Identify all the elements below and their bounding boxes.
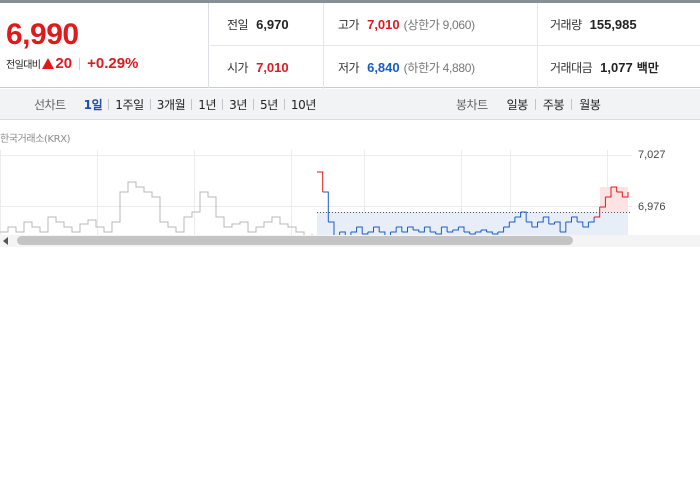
high-value: 7,010	[367, 17, 400, 32]
open-value: 7,010	[256, 60, 289, 75]
period-tab[interactable]: 1년	[192, 96, 222, 113]
change-rate: +0.29%	[87, 55, 139, 72]
low-cell: 저가 6,840 (하한가 4,880)	[323, 46, 537, 89]
history-series-line	[0, 181, 313, 235]
stats-row: 시가 7,010 저가 6,840 (하한가 4,880) 거래대금 1,077…	[210, 46, 700, 89]
trade-amount-unit: 백만	[636, 61, 659, 75]
lower-limit: (하한가 4,880)	[403, 61, 475, 75]
y-axis-label: 7,027	[638, 149, 666, 161]
current-price-box: 6,990 전일대비 20 +0.29%	[0, 3, 209, 88]
volume-value: 155,985	[589, 17, 637, 32]
change-value: 20	[55, 55, 73, 72]
prev-close-value: 6,970	[256, 17, 289, 32]
prev-close-cell: 전일 6,970	[210, 3, 323, 46]
period-tab[interactable]: 5년	[254, 96, 284, 113]
line-chart-periods: 선차트 1일 1주일 3개월 1년 3년 5년 10년	[34, 89, 322, 120]
up-triangle-icon	[42, 58, 55, 69]
chart-toolbar: 선차트 1일 1주일 3개월 1년 3년 5년 10년 봉차트 일봉 주봉 월봉	[0, 89, 700, 120]
above-reference-area	[600, 187, 628, 212]
low-value: 6,840	[367, 60, 400, 75]
open-label: 시가	[227, 61, 249, 75]
chart-scrollbar[interactable]	[0, 235, 700, 247]
below-reference-area	[317, 212, 628, 235]
price-chart: 7,027 6,976	[0, 149, 700, 235]
divider	[79, 57, 81, 70]
period-tab[interactable]: 3개월	[151, 96, 192, 113]
candle-period-tab[interactable]: 월봉	[572, 96, 607, 113]
current-price: 6,990	[6, 18, 79, 51]
price-chart-svg	[0, 150, 632, 235]
upper-limit: (상한가 9,060)	[403, 18, 475, 32]
low-label: 저가	[338, 61, 360, 75]
today-series-segment	[317, 171, 324, 192]
candle-period-tab[interactable]: 주봉	[536, 96, 571, 113]
open-cell: 시가 7,010	[210, 46, 323, 89]
stats-row: 전일 6,970 고가 7,010 (상한가 9,060) 거래량 155,98…	[210, 3, 700, 46]
candle-chart-periods: 봉차트 일봉 주봉 월봉	[456, 89, 607, 120]
period-tab[interactable]: 10년	[285, 96, 322, 113]
y-axis-label: 6,976	[638, 201, 666, 213]
candle-chart-label: 봉차트	[456, 98, 488, 112]
high-label: 고가	[338, 18, 360, 32]
change-row: 전일대비 20 +0.29%	[6, 55, 138, 72]
trade-amount-cell: 거래대금 1,077 백만	[537, 46, 700, 89]
period-tab[interactable]: 1일	[78, 96, 109, 113]
volume-label: 거래량	[550, 18, 582, 32]
trade-amount-value: 1,077	[600, 60, 633, 75]
scroll-thumb[interactable]	[17, 236, 573, 245]
period-tab[interactable]: 1주일	[109, 96, 150, 113]
candle-period-tab[interactable]: 일봉	[500, 96, 535, 113]
period-tab[interactable]: 3년	[223, 96, 253, 113]
trade-amount-label: 거래대금	[550, 61, 593, 75]
volume-cell: 거래량 155,985	[537, 3, 700, 46]
prev-close-label: 전일	[227, 18, 249, 32]
scroll-left-arrow-icon[interactable]	[3, 237, 8, 245]
price-summary: 6,990 전일대비 20 +0.29% 전일 6,970 고가 7,010 (…	[0, 0, 700, 89]
price-stats: 전일 6,970 고가 7,010 (상한가 9,060) 거래량 155,98…	[210, 3, 700, 89]
change-label: 전일대비	[6, 60, 41, 71]
high-cell: 고가 7,010 (상한가 9,060)	[323, 3, 537, 46]
line-chart-label: 선차트	[34, 98, 66, 112]
exchange-label: 한국거래소(KRX)	[0, 134, 71, 145]
